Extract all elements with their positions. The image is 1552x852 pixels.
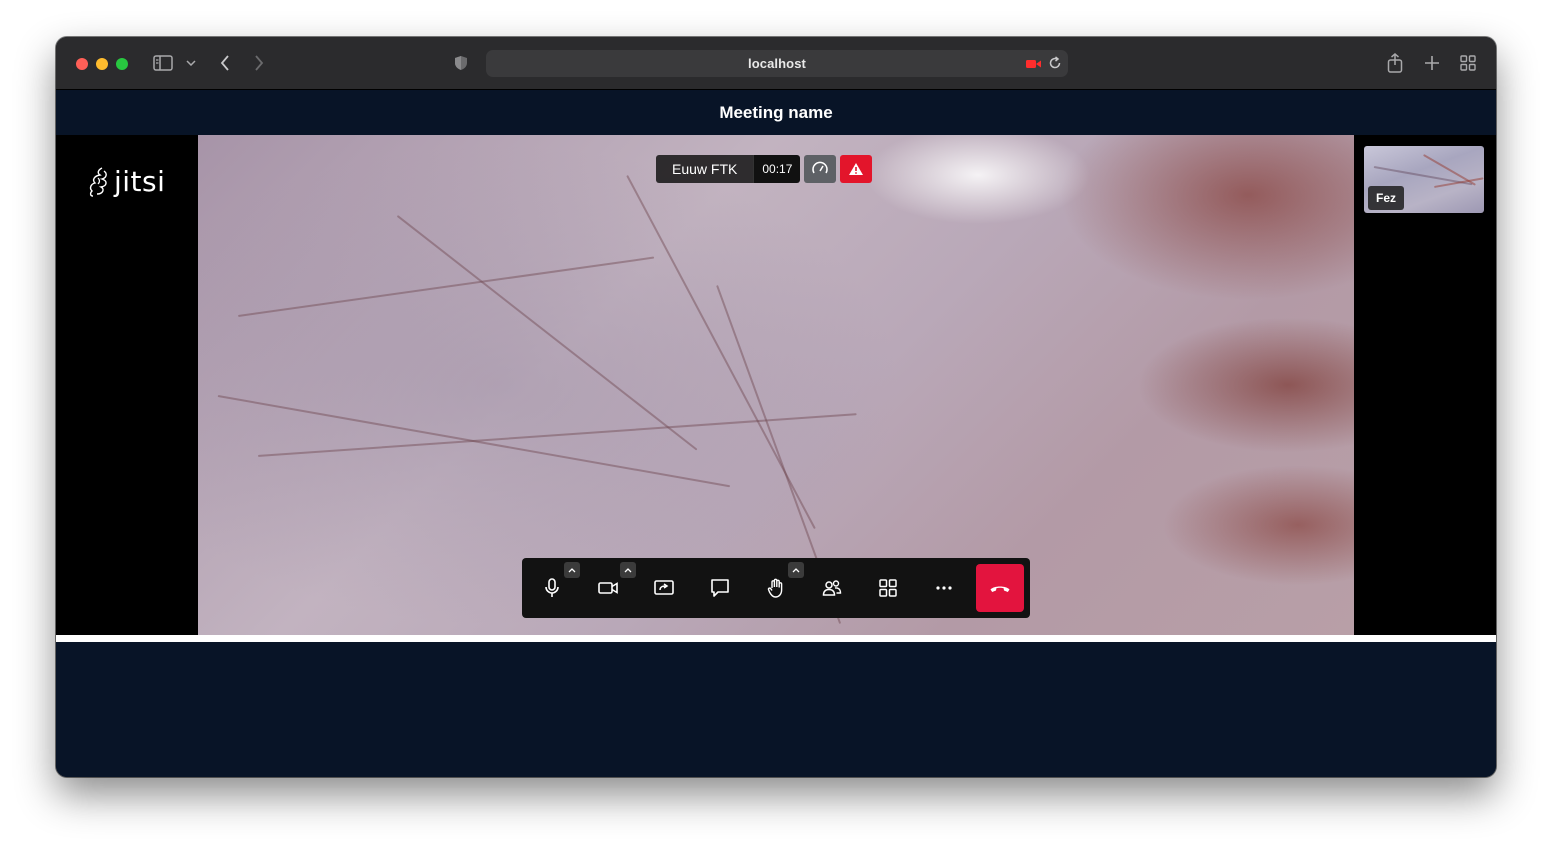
shield-icon[interactable] <box>450 52 472 74</box>
browser-window: localhost Meeting name jitsi Euuw FTK 00… <box>56 37 1496 777</box>
tile-view-icon <box>879 579 897 597</box>
divider-strip <box>56 635 1496 642</box>
url-text: localhost <box>748 56 806 71</box>
forward-arrow-icon[interactable] <box>248 52 270 74</box>
close-window-button[interactable] <box>76 58 88 70</box>
speaker-name-pill: Euuw FTK 00:17 <box>656 155 801 183</box>
plus-icon[interactable] <box>1421 52 1443 74</box>
more-actions-button[interactable] <box>920 564 968 612</box>
minimize-window-button[interactable] <box>96 58 108 70</box>
logo-text: jitsi <box>114 165 166 198</box>
sidebar-icon[interactable] <box>152 52 174 74</box>
browser-titlebar: localhost <box>56 37 1496 90</box>
warning-icon <box>849 163 863 175</box>
chevron-up-icon <box>568 567 576 572</box>
meeting-header: Meeting name <box>56 90 1496 135</box>
back-arrow-icon[interactable] <box>214 52 236 74</box>
chevron-up-icon <box>624 567 632 572</box>
address-bar[interactable]: localhost <box>486 50 1068 77</box>
speaker-indicator: Euuw FTK 00:17 <box>656 155 801 183</box>
tile-view-button[interactable] <box>864 564 912 612</box>
hang-up-button[interactable] <box>976 564 1024 612</box>
microphone-icon <box>545 578 559 597</box>
meeting-title: Meeting name <box>719 103 833 122</box>
tab-overview-icon[interactable] <box>1457 52 1479 74</box>
share-screen-icon <box>654 580 674 595</box>
jitsi-logo[interactable]: jitsi <box>88 165 165 198</box>
warning-button[interactable] <box>840 155 872 183</box>
chevron-up-icon <box>792 567 800 572</box>
share-icon[interactable] <box>1384 52 1406 74</box>
thumbnail-name: Fez <box>1368 186 1405 210</box>
video-texture <box>396 215 698 451</box>
page-bottom-area <box>56 642 1496 777</box>
video-stage: jitsi Euuw FTK 00:17 Fez <box>56 135 1496 635</box>
speaker-name: Euuw FTK <box>656 155 754 183</box>
meeting-toolbar <box>522 558 1030 618</box>
chat-icon <box>711 579 729 597</box>
video-texture <box>238 256 655 317</box>
more-icon <box>936 586 952 590</box>
share-screen-button[interactable] <box>640 564 688 612</box>
gauge-icon <box>812 161 828 174</box>
microphone-options-caret[interactable] <box>564 562 580 578</box>
chat-button[interactable] <box>696 564 744 612</box>
reactions-options-caret[interactable] <box>788 562 804 578</box>
chevron-down-icon[interactable] <box>180 52 202 74</box>
camera-options-caret[interactable] <box>620 562 636 578</box>
participant-thumbnail[interactable]: Fez <box>1364 146 1484 213</box>
phone-hangup-icon <box>990 586 1010 592</box>
connection-stats-button[interactable] <box>804 155 836 183</box>
participants-icon <box>822 580 842 596</box>
camera-icon <box>598 582 618 594</box>
participants-button[interactable] <box>808 564 856 612</box>
reload-icon[interactable] <box>1048 56 1062 75</box>
jitsi-logo-icon <box>89 166 107 197</box>
camera-recording-icon[interactable] <box>1026 57 1042 75</box>
hand-icon <box>767 578 783 598</box>
meeting-timer: 00:17 <box>753 155 801 183</box>
maximize-window-button[interactable] <box>116 58 128 70</box>
